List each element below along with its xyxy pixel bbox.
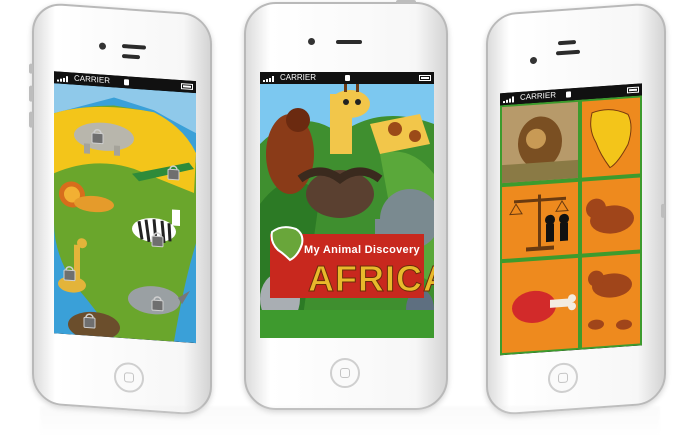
battery-icon [419,75,431,81]
speaker-grille [122,44,146,50]
carrier-label: CARRIER [520,90,557,102]
carrier-label: CARRIER [74,73,111,86]
signal-icon [503,95,517,104]
speaker-grille-2 [558,40,576,46]
mute-switch[interactable] [29,63,33,74]
meat-tile [502,257,578,354]
lion-family-tile [582,253,640,348]
scale-tile [502,181,578,260]
front-camera-icon [530,56,537,65]
front-camera-icon [99,42,106,50]
side-button[interactable] [661,203,665,219]
africa-map-tile [582,97,640,178]
home-square-icon [558,372,568,384]
status-bar: CARRIER [260,72,434,84]
speaker-grille [336,40,362,44]
volume-up-button[interactable] [29,85,33,102]
home-square-icon [340,368,350,378]
lion-silhouette-tile [582,177,640,254]
battery-icon [181,83,193,90]
right-screen: CARRIER [500,83,642,356]
lion-photo [502,101,578,184]
home-square-icon [124,372,134,383]
africa-map [54,83,196,344]
splash-subtitle: My Animal Discovery [304,244,420,256]
speaker-grille [556,49,580,56]
left-phone: CARRIER [29,1,212,417]
center-screen: CARRIER My Animal Discovery AFRICA [260,72,434,338]
speaker-grille-2 [122,54,140,60]
home-button[interactable] [330,358,360,388]
left-screen: CARRIER [54,71,196,344]
home-button[interactable] [114,361,144,394]
activity-grid[interactable] [500,95,642,356]
lock-icon [566,91,571,98]
power-button[interactable] [396,0,416,4]
signal-icon [57,74,71,83]
battery-icon [627,86,639,94]
home-button[interactable] [548,361,578,394]
center-phone: CARRIER My Animal Discovery AFRICA [244,0,448,410]
lock-icon [345,75,350,81]
volume-down-button[interactable] [29,111,33,128]
splash-title: AFRICA [308,258,434,300]
signal-icon [263,75,277,82]
floor-reflection [40,406,660,436]
carrier-label: CARRIER [280,73,317,82]
front-camera-icon [308,38,315,45]
lock-icon [124,79,129,86]
right-phone: CARRIER [486,1,666,417]
